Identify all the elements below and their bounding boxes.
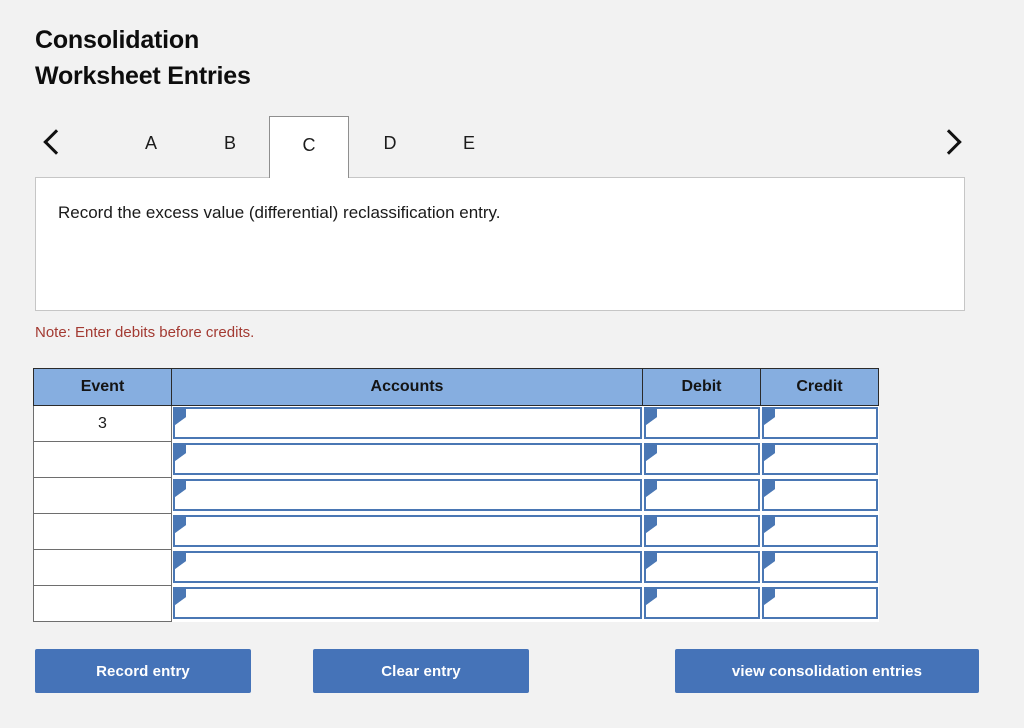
credit-input-cell[interactable] xyxy=(760,513,879,550)
accounts-input-cell[interactable] xyxy=(171,549,643,586)
event-number-cell xyxy=(33,477,172,514)
credit-input-cell[interactable] xyxy=(760,441,879,478)
debit-input[interactable] xyxy=(643,587,760,619)
dropdown-arrow-icon xyxy=(175,553,186,569)
tab-c[interactable]: C xyxy=(269,116,349,178)
credit-input-cell[interactable] xyxy=(760,549,879,586)
accounts-input[interactable] xyxy=(173,407,642,440)
column-header-accounts: Accounts xyxy=(171,368,643,406)
debit-input-cell[interactable] xyxy=(642,477,761,514)
event-number-cell: 3 xyxy=(33,405,172,442)
instruction-panel: Record the excess value (differential) r… xyxy=(35,177,965,311)
credit-input[interactable] xyxy=(761,479,878,511)
record-entry-button[interactable]: Record entry xyxy=(35,649,251,693)
table-header-row: Event Accounts Debit Credit xyxy=(33,368,879,406)
view-consolidation-entries-button[interactable]: view consolidation entries xyxy=(675,649,979,693)
table-body: 3 xyxy=(33,405,879,622)
accounts-input[interactable] xyxy=(173,587,642,619)
tab-prev-button[interactable] xyxy=(35,116,69,170)
tab-b[interactable]: B xyxy=(190,116,270,170)
table-row xyxy=(33,477,879,514)
debit-input[interactable] xyxy=(643,407,760,440)
dropdown-arrow-icon xyxy=(175,409,186,426)
column-header-credit: Credit xyxy=(760,368,879,406)
credit-input[interactable] xyxy=(761,443,878,475)
tab-strip: A B C D E xyxy=(35,116,965,178)
credit-input[interactable] xyxy=(761,407,878,440)
event-number-cell xyxy=(33,441,172,478)
debit-input-cell[interactable] xyxy=(642,549,761,586)
clear-entry-button[interactable]: Clear entry xyxy=(313,649,529,693)
dropdown-arrow-icon xyxy=(175,517,186,533)
chevron-right-icon xyxy=(941,130,956,156)
debit-input[interactable] xyxy=(643,479,760,511)
dropdown-arrow-icon xyxy=(645,517,657,533)
event-number-cell xyxy=(33,513,172,550)
table-row xyxy=(33,441,879,478)
accounts-input-cell[interactable] xyxy=(171,477,643,514)
debit-input[interactable] xyxy=(643,443,760,475)
debit-input[interactable] xyxy=(643,551,760,583)
credit-input-cell[interactable] xyxy=(760,477,879,514)
debit-input-cell[interactable] xyxy=(642,585,761,622)
debits-before-credits-note: Note: Enter debits before credits. xyxy=(35,324,255,341)
event-number-cell xyxy=(33,549,172,586)
tab-e[interactable]: E xyxy=(429,116,509,170)
dropdown-arrow-icon xyxy=(645,589,657,605)
journal-entry-table: Event Accounts Debit Credit 3 xyxy=(33,368,879,622)
accounts-input[interactable] xyxy=(173,443,642,475)
accounts-input[interactable] xyxy=(173,479,642,511)
tab-a[interactable]: A xyxy=(111,116,191,170)
dropdown-arrow-icon xyxy=(763,589,775,605)
table-row xyxy=(33,585,879,622)
accounts-input[interactable] xyxy=(173,551,642,583)
dropdown-arrow-icon xyxy=(763,553,775,569)
tab-next-button[interactable] xyxy=(931,116,965,170)
dropdown-arrow-icon xyxy=(175,589,186,605)
table-row: 3 xyxy=(33,405,879,442)
dropdown-arrow-icon xyxy=(175,481,186,497)
accounts-input[interactable] xyxy=(173,515,642,547)
credit-input[interactable] xyxy=(761,515,878,547)
column-header-debit: Debit xyxy=(642,368,761,406)
dropdown-arrow-icon xyxy=(645,481,657,497)
debit-input-cell[interactable] xyxy=(642,513,761,550)
dropdown-arrow-icon xyxy=(645,409,657,426)
credit-input-cell[interactable] xyxy=(760,405,879,442)
dropdown-arrow-icon xyxy=(763,445,775,461)
instruction-text: Record the excess value (differential) r… xyxy=(58,203,501,222)
accounts-input-cell[interactable] xyxy=(171,405,643,442)
dropdown-arrow-icon xyxy=(763,481,775,497)
table-row xyxy=(33,549,879,586)
tab-d[interactable]: D xyxy=(350,116,430,170)
column-header-event: Event xyxy=(33,368,172,406)
chevron-left-icon xyxy=(45,130,60,156)
credit-input-cell[interactable] xyxy=(760,585,879,622)
credit-input[interactable] xyxy=(761,551,878,583)
page-title: Consolidation Worksheet Entries xyxy=(35,26,251,90)
credit-input[interactable] xyxy=(761,587,878,619)
dropdown-arrow-icon xyxy=(763,517,775,533)
accounts-input-cell[interactable] xyxy=(171,513,643,550)
dropdown-arrow-icon xyxy=(645,445,657,461)
event-number-cell xyxy=(33,585,172,622)
accounts-input-cell[interactable] xyxy=(171,441,643,478)
accounts-input-cell[interactable] xyxy=(171,585,643,622)
dropdown-arrow-icon xyxy=(763,409,775,426)
table-row xyxy=(33,513,879,550)
dropdown-arrow-icon xyxy=(645,553,657,569)
debit-input-cell[interactable] xyxy=(642,405,761,442)
debit-input[interactable] xyxy=(643,515,760,547)
dropdown-arrow-icon xyxy=(175,445,186,461)
debit-input-cell[interactable] xyxy=(642,441,761,478)
